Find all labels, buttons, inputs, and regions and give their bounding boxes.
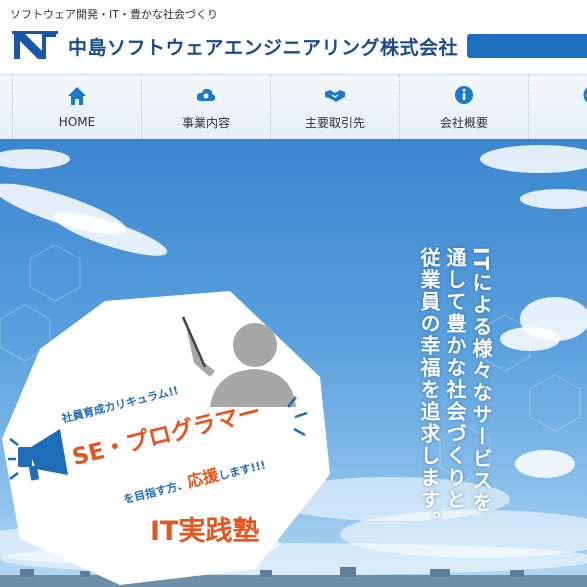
nav-item-history[interactable]: 沿 — [529, 75, 587, 139]
nav-item-label: HOME — [58, 115, 96, 129]
nav-item-home[interactable]: HOME — [12, 75, 142, 139]
it-school-badge-link[interactable]: 社員育成カリキュラム!! SE・プログラマー を目指す方、応援します!!! IT… — [0, 289, 330, 587]
hero-message-line-3: 従業員の幸福を追求します。 — [417, 247, 441, 533]
badge-name: IT実践塾 — [150, 516, 260, 547]
tagline: ソフトウェア開発・IT・豊かな社会づくり — [10, 8, 218, 21]
global-nav: HOME 事業内容 主要取引先 会社概要 沿 — [0, 74, 587, 140]
nav-item-clients[interactable]: 主要取引先 — [271, 75, 400, 139]
nav-item-label: 事業内容 — [181, 115, 230, 130]
nav-item-company[interactable]: 会社概要 — [400, 75, 529, 139]
header-accent-bar — [467, 34, 587, 58]
nav-item-business[interactable]: 事業内容 — [142, 75, 271, 139]
history-icon — [583, 87, 587, 102]
cloud-icon — [196, 88, 216, 101]
hero-message-line-2: 通して豊かな社会づくりと — [443, 247, 467, 511]
company-name[interactable]: 中島ソフトウェアエンジニアリング株式会社 — [68, 33, 458, 60]
home-icon — [68, 87, 86, 105]
info-icon — [455, 85, 473, 104]
hero-message-line-1: ITによる様々なサービスを — [469, 247, 493, 515]
nav-item-label: 主要取引先 — [304, 115, 365, 130]
handshake-icon — [325, 89, 345, 102]
hero-banner: ITによる様々なサービスを 通して豊かな社会づくりと 従業員の幸福を追求します。… — [0, 139, 587, 587]
nav-item-label: 会社概要 — [439, 115, 488, 130]
company-logo-icon[interactable] — [12, 31, 58, 61]
site-header: ソフトウェア開発・IT・豊かな社会づくり 中島ソフトウェアエンジニアリング株式会… — [0, 0, 587, 74]
